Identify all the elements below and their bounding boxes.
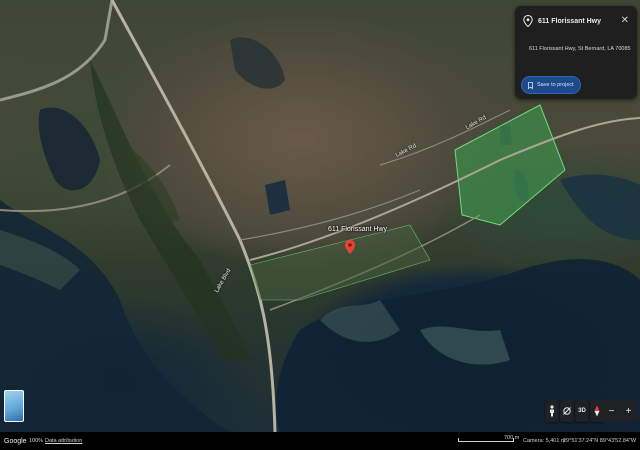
zoom-level: 100% (29, 438, 44, 444)
close-icon[interactable]: ✕ (621, 16, 629, 26)
location-pin-icon[interactable] (345, 240, 355, 254)
card-title: 611 Florissant Hwy (538, 17, 602, 25)
scale-label: 700 m (504, 435, 520, 441)
place-label: 611 Florissant Hwy (328, 226, 388, 233)
visibility-off-icon (563, 407, 571, 415)
place-pin-icon (523, 15, 533, 27)
save-to-project-label: Save to project (537, 82, 574, 88)
compass-button[interactable] (590, 400, 604, 422)
zoom-out-button[interactable]: − (605, 406, 619, 417)
bookmark-icon (528, 81, 533, 89)
data-attribution-link[interactable]: Data attribution (45, 438, 82, 444)
place-info-card: 611 Florissant Hwy ✕ 611 Florissant Hwy,… (515, 6, 637, 99)
view-3d-button[interactable]: 3D (575, 400, 589, 422)
pegman-button[interactable] (545, 400, 559, 422)
status-bar: Google 100% Data attribution 700 m Camer… (0, 432, 640, 450)
coordinates-readout: 29°51'37.24"N 89°43'52.84"W (563, 438, 637, 444)
person-icon (550, 405, 554, 417)
save-to-project-button[interactable]: Save to project (521, 76, 581, 94)
hide-labels-button[interactable] (560, 400, 574, 422)
card-address: 611 Florissant Hwy, St Bernard, LA 70085 (529, 46, 631, 52)
compass-icon (594, 405, 600, 417)
camera-altitude: Camera: 5,401 m (523, 438, 566, 444)
card-address-row: 611 Florissant Hwy, St Bernard, LA 70085 (523, 43, 631, 55)
google-logo: Google (4, 437, 27, 445)
zoom-in-button[interactable]: + (622, 406, 636, 417)
card-title-row: 611 Florissant Hwy ✕ (523, 14, 629, 28)
map-layer-toggle[interactable] (4, 390, 24, 422)
zoom-controls: − + (603, 400, 637, 422)
